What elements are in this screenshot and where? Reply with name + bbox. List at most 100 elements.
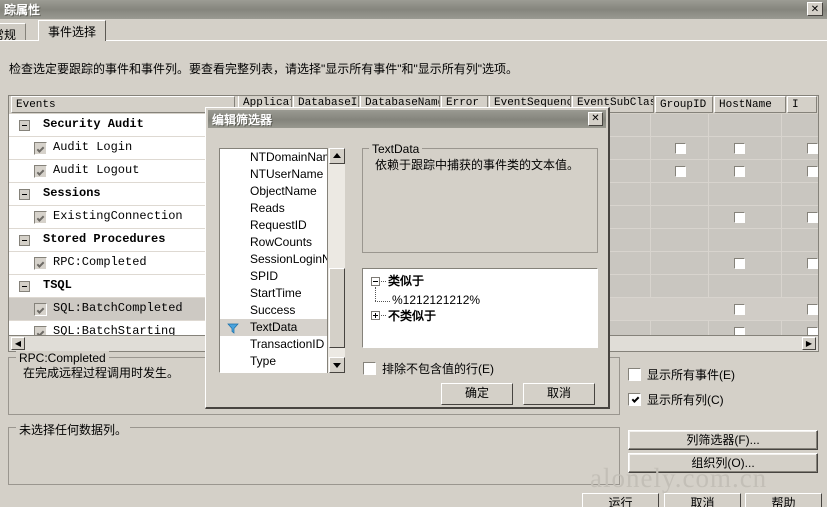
tree-connector [375,287,377,301]
column-include-checkbox[interactable] [807,304,818,315]
checkbox-box[interactable] [628,368,641,381]
event-label: Audit Logout [53,163,140,177]
help-button[interactable]: 帮助 [745,493,822,507]
filter-column-item[interactable]: ObjectName [220,183,344,200]
events-tree-pane: Security Audit Audit Login Audit Logout Ses… [9,114,234,336]
show-all-columns-label: 显示所有列(C) [647,393,724,407]
column-include-checkbox[interactable] [734,258,745,269]
event-group-row[interactable]: TSQL [9,275,234,298]
grid-column-header[interactable]: Events [11,96,235,113]
event-group-label: Stored Procedures [43,232,166,246]
filter-column-label: StartTime [250,286,302,300]
filter-column-item[interactable]: Type [220,353,344,370]
event-row[interactable]: ExistingConnection [9,206,234,229]
column-description-caption: 未选择任何数据列。 [16,421,131,438]
column-include-checkbox[interactable] [734,304,745,315]
grid-column-header[interactable]: I [787,96,817,113]
event-row[interactable]: SQL:BatchCompleted [9,298,234,321]
window-titlebar: 踪属性 ✕ [0,0,827,20]
column-include-checkbox[interactable] [734,212,745,223]
dialog-cancel-button[interactable]: 取消 [523,383,595,405]
filter-column-item[interactable]: RowCounts [220,234,344,251]
collapse-icon[interactable] [19,120,30,131]
cancel-button[interactable]: 取消 [664,493,741,507]
filter-listbox-scrollbar[interactable] [327,148,345,373]
dialog-ok-button[interactable]: 确定 [441,383,513,405]
scrollbar-thumb[interactable] [329,268,345,348]
dialog-title: 编辑筛选器 [212,113,273,127]
filter-column-item[interactable]: StartTime [220,285,344,302]
event-label: ExistingConnection [53,209,183,223]
collapse-icon[interactable] [19,281,30,292]
filter-column-item[interactable]: TextData [220,319,344,336]
column-include-checkbox[interactable] [734,166,745,177]
event-row[interactable]: Audit Login [9,137,234,160]
event-group-row[interactable]: Sessions [9,183,234,206]
event-checkbox[interactable] [34,303,47,316]
filter-column-item[interactable]: SPID [220,268,344,285]
event-group-row[interactable]: Stored Procedures [9,229,234,252]
collapse-icon[interactable] [19,235,30,246]
event-label: Audit Login [53,140,133,154]
scroll-right-icon[interactable]: ▶ [802,337,816,350]
column-include-checkbox[interactable] [675,166,686,177]
scroll-up-icon[interactable] [329,148,345,164]
run-button[interactable]: 运行 [582,493,659,507]
event-checkbox[interactable] [34,142,47,155]
filter-column-label: Success [250,303,296,317]
event-label: SQL:BatchCompleted [53,301,183,315]
column-include-checkbox[interactable] [807,212,818,223]
event-checkbox[interactable] [34,257,47,270]
column-include-checkbox[interactable] [807,258,818,269]
column-include-checkbox[interactable] [807,166,818,177]
filter-column-label: Reads [250,201,285,215]
filter-like-value[interactable]: %1212121212% [392,293,480,307]
window-title: 踪属性 [4,3,41,17]
filter-column-item[interactable]: Success [220,302,344,319]
grid-column-header[interactable]: HostName [714,96,786,113]
filter-not-like-label: 不类似于 [388,309,437,323]
scroll-left-icon[interactable]: ◀ [11,337,25,350]
dialog-titlebar: 编辑筛选器 ✕ [208,110,606,128]
event-description-text: 在完成远程过程调用时发生。 [23,366,180,380]
tab-strip: 常规 事件选择 [0,19,827,42]
tree-connector [381,315,386,317]
column-include-checkbox[interactable] [734,143,745,154]
close-icon[interactable]: ✕ [807,2,823,16]
checkbox-box[interactable] [363,362,376,375]
filter-column-item[interactable]: TransactionID [220,336,344,353]
filter-column-label: Type [250,354,277,368]
column-include-checkbox[interactable] [807,143,818,154]
event-checkbox[interactable] [34,165,47,178]
grid-column-header[interactable]: GroupID [655,96,713,113]
event-checkbox[interactable] [34,211,47,224]
filter-column-item[interactable]: NTDomainName [220,149,344,166]
event-row[interactable]: Audit Logout [9,160,234,183]
like-expander-icon[interactable] [371,277,380,286]
filter-column-item[interactable]: SessionLoginNa... [220,251,344,268]
event-row[interactable]: SQL:BatchStarting [9,321,234,336]
filter-column-item[interactable]: Reads [220,200,344,217]
filter-column-item[interactable]: NTUserName [220,166,344,183]
filter-column-label: TransactionID [250,337,325,351]
column-include-checkbox[interactable] [675,143,686,154]
page-description: 检查选定要跟踪的事件和事件列。要查看完整列表，请选择"显示所有事件"和"显示所有… [9,62,519,76]
column-description-box: 未选择任何数据列。 [8,421,620,485]
scroll-down-icon[interactable] [329,357,345,373]
filter-column-item[interactable]: RequestID [220,217,344,234]
tab-general[interactable]: 常规 [0,23,27,42]
checkbox-box[interactable] [628,393,641,406]
not-like-expander-icon[interactable] [371,311,380,320]
event-row[interactable]: RPC:Completed [9,252,234,275]
filter-column-label: TextData [250,320,298,334]
event-group-label: Sessions [43,186,101,200]
filter-info-text: 依赖于跟踪中捕获的事件类的文本值。 [375,158,580,172]
event-group-row[interactable]: Security Audit [9,114,234,137]
watermark: alonely.com.cn [590,463,768,493]
event-group-label: Security Audit [43,117,144,131]
dialog-close-icon[interactable]: ✕ [588,112,603,126]
tab-event-selection[interactable]: 事件选择 [38,20,107,41]
column-filters-button[interactable]: 列筛选器(F)... [628,430,818,450]
filter-condition-tree[interactable]: 类似于 %1212121212% 不类似于 [362,268,598,348]
collapse-icon[interactable] [19,189,30,200]
